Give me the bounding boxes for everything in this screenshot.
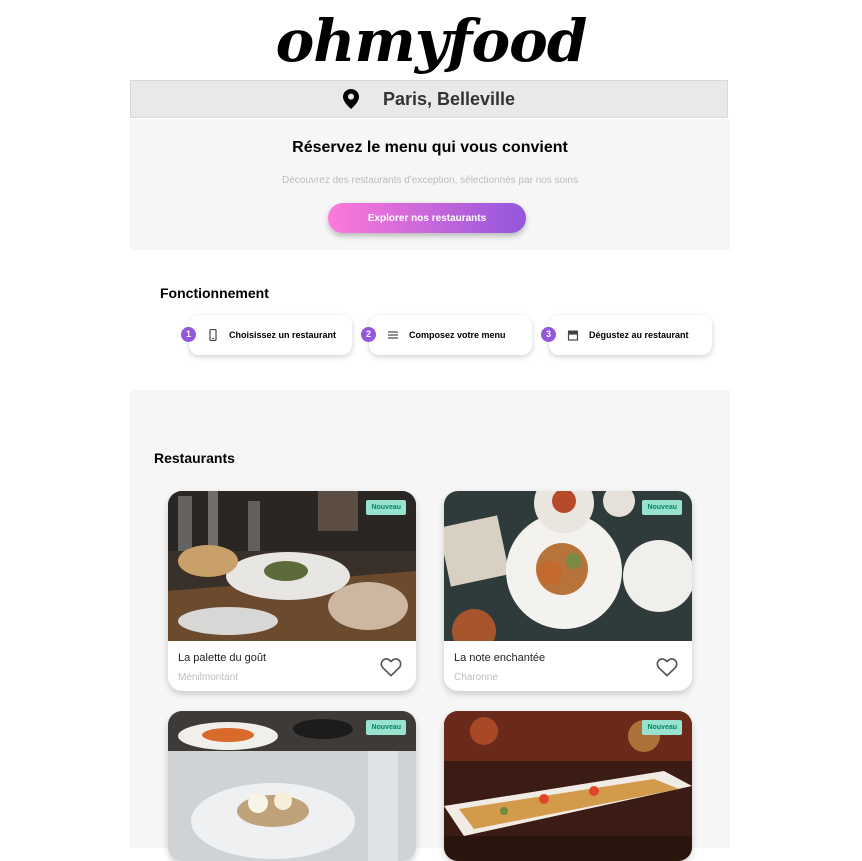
storefront-icon: [567, 330, 579, 341]
new-badge: Nouveau: [366, 500, 406, 515]
restaurant-name: La note enchantée: [454, 652, 546, 664]
new-badge: Nouveau: [642, 720, 682, 735]
restaurants-title: Restaurants: [154, 450, 235, 466]
restaurant-name: La palette du goût: [178, 652, 267, 664]
hero-subtitle: Découvrez des restaurants d'exception, s…: [282, 175, 578, 186]
restaurant-card[interactable]: Nouveau La note enchantée Charonne: [444, 491, 692, 691]
hero-title: Réservez le menu qui vous convient: [292, 139, 568, 156]
new-badge: Nouveau: [642, 500, 682, 515]
step-card: Composez votre menu: [369, 315, 532, 355]
restaurant-photo: Nouveau: [444, 711, 692, 861]
restaurant-photo: Nouveau: [444, 491, 692, 641]
map-pin-icon: [342, 89, 359, 109]
heart-icon[interactable]: [380, 657, 402, 677]
brand-logo[interactable]: ohmyfood: [0, 8, 862, 74]
restaurant-card[interactable]: Nouveau La palette du goût Ménilmontant: [168, 491, 416, 691]
mobile-phone-icon: [209, 329, 217, 341]
restaurant-card[interactable]: Nouveau: [168, 711, 416, 861]
step-label: Composez votre menu: [409, 330, 506, 340]
step-number: 2: [361, 327, 376, 342]
step-card: Choisissez un restaurant: [189, 315, 352, 355]
restaurant-card[interactable]: Nouveau: [444, 711, 692, 861]
restaurant-photo: Nouveau: [168, 491, 416, 641]
location-bar: Paris, Belleville: [130, 80, 728, 118]
how-it-works-title: Fonctionnement: [160, 285, 269, 301]
hero-section: Réservez le menu qui vous convient Décou…: [130, 119, 730, 250]
step-number: 1: [181, 327, 196, 342]
step-card: Dégustez au restaurant: [549, 315, 712, 355]
explore-restaurants-button[interactable]: Explorer nos restaurants: [328, 203, 526, 233]
restaurant-district: Ménilmontant: [178, 672, 239, 683]
new-badge: Nouveau: [366, 720, 406, 735]
step-label: Choisissez un restaurant: [229, 330, 337, 340]
step-number: 3: [541, 327, 556, 342]
restaurant-photo: Nouveau: [168, 711, 416, 861]
restaurant-district: Charonne: [454, 672, 498, 683]
heart-icon[interactable]: [656, 657, 678, 677]
location-city: Paris, Belleville: [382, 88, 516, 109]
step-label: Dégustez au restaurant: [589, 330, 689, 340]
menu-list-icon: [388, 331, 398, 339]
